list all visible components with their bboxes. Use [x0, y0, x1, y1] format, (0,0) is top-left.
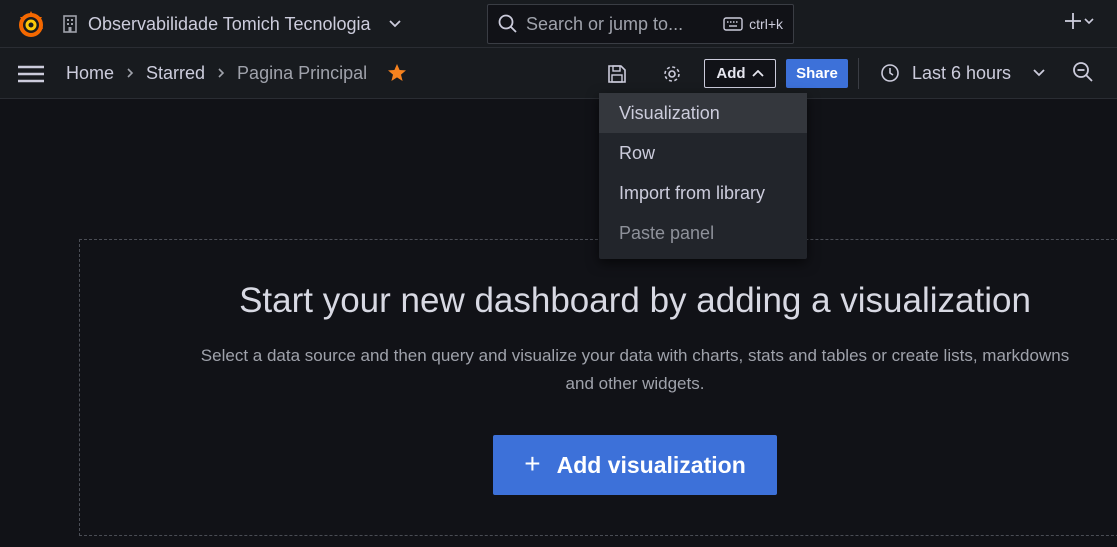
- add-dropdown-menu: Visualization Row Import from library Pa…: [599, 93, 807, 259]
- shortcut-label: ctrl+k: [749, 16, 783, 32]
- toolbar-divider: [858, 58, 859, 89]
- search-bar[interactable]: Search or jump to... ctrl+k: [487, 4, 794, 44]
- menu-icon[interactable]: [18, 64, 44, 84]
- zoom-out-icon[interactable]: [1072, 61, 1094, 83]
- plus-icon: +: [524, 447, 541, 479]
- breadcrumb-current: Pagina Principal: [237, 62, 368, 83]
- top-bar: Observabilidade Tomich Tecnologia Search…: [0, 0, 1117, 48]
- dashboard-toolbar: Home Starred Pagina Principal Add Share …: [0, 48, 1117, 99]
- empty-state-description: Select a data source and then query and …: [200, 346, 1070, 393]
- keyboard-icon: [723, 17, 743, 31]
- breadcrumb-starred[interactable]: Starred: [146, 63, 205, 84]
- add-visualization-button[interactable]: + Add visualization: [493, 435, 777, 495]
- new-menu-button[interactable]: [1064, 12, 1094, 30]
- time-range-label: Last 6 hours: [912, 62, 1012, 83]
- add-button-label: Add: [716, 65, 746, 82]
- breadcrumb-home[interactable]: Home: [66, 63, 114, 84]
- gear-icon: [664, 66, 680, 82]
- chevron-right-icon: [126, 67, 134, 79]
- plus-icon: [1065, 13, 1081, 29]
- breadcrumb: Home Starred Pagina Principal: [66, 62, 407, 84]
- grafana-logo-icon[interactable]: [16, 9, 46, 39]
- clock-icon: [881, 64, 899, 82]
- share-button[interactable]: Share: [786, 59, 848, 88]
- add-button[interactable]: Add: [704, 59, 776, 88]
- save-icon: [608, 65, 626, 83]
- search-icon: [498, 14, 517, 33]
- org-name: Observabilidade Tomich Tecnologia: [88, 13, 371, 34]
- building-icon: [63, 15, 77, 33]
- org-switcher[interactable]: Observabilidade Tomich Tecnologia: [62, 12, 401, 36]
- chevron-down-icon: [388, 20, 401, 28]
- empty-state-title: Start your new dashboard by adding a vis…: [239, 281, 1031, 320]
- menu-item-paste-panel: Paste panel: [619, 222, 715, 243]
- chevron-down-icon: [1084, 18, 1094, 25]
- menu-item-visualization[interactable]: Visualization: [599, 93, 807, 133]
- menu-item-import-from-library[interactable]: Import from library: [599, 173, 807, 213]
- save-dashboard-button[interactable]: [605, 62, 629, 86]
- menu-item-row[interactable]: Row: [599, 133, 807, 173]
- chevron-up-icon: [751, 69, 764, 77]
- star-icon[interactable]: [387, 63, 407, 83]
- search-shortcut: ctrl+k: [723, 16, 783, 32]
- chevron-right-icon: [217, 67, 225, 79]
- time-range-picker[interactable]: Last 6 hours: [880, 61, 1045, 85]
- dashboard-settings-button[interactable]: [660, 62, 684, 86]
- add-visualization-label: Add visualization: [556, 451, 746, 478]
- chevron-down-icon: [1033, 69, 1045, 77]
- search-placeholder: Search or jump to...: [526, 13, 684, 34]
